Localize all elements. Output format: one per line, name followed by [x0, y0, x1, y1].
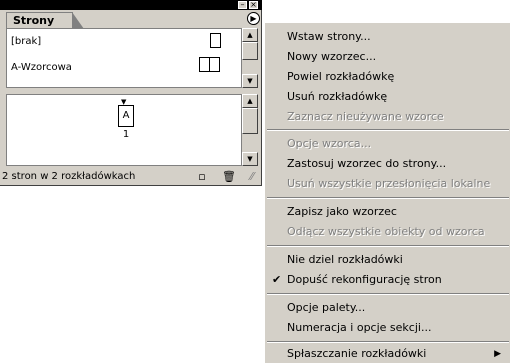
menu-separator: [267, 129, 509, 131]
scroll-thumb[interactable]: [242, 108, 258, 134]
menu-item-insert-pages[interactable]: Wstaw strony...: [265, 27, 510, 47]
resize-grip-icon[interactable]: ⁄⁄: [246, 171, 258, 183]
menu-item-remove-local-overrides[interactable]: Usuń wszystkie przesłonięcia lokalne: [265, 174, 510, 194]
scroll-down-icon[interactable]: ▼: [242, 74, 258, 88]
menu-item-allow-pages-shuffle[interactable]: ✔ Dopuść rekonfigurację stron: [265, 270, 510, 290]
checkmark-icon: ✔: [272, 273, 282, 286]
palette-menu-icon[interactable]: ▶: [247, 12, 260, 25]
menu-item-duplicate-spread[interactable]: Powiel rozkładówkę: [265, 67, 510, 87]
minimize-icon[interactable]: –: [238, 1, 247, 9]
palette-statusbar: 2 stron w 2 rozkładówkach ▫ 🗑 ⁄⁄: [0, 168, 262, 186]
master-item-none[interactable]: [brak]: [11, 36, 41, 47]
master-thumb-none[interactable]: [210, 33, 221, 48]
menu-item-apply-master[interactable]: Zastosuj wzorzec do strony...: [265, 154, 510, 174]
trash-icon[interactable]: 🗑: [222, 171, 236, 183]
palette-flyout-menu: Wstaw strony... Nowy wzorzec... Powiel r…: [264, 22, 510, 363]
menu-item-new-master[interactable]: Nowy wzorzec...: [265, 47, 510, 67]
pages-scrollbar[interactable]: ▲ ▼: [242, 94, 258, 166]
menu-item-spread-flattening[interactable]: Spłaszczanie rozkładówki ▶: [265, 344, 510, 364]
menu-separator: [267, 245, 509, 247]
page-thumbnail[interactable]: A: [118, 105, 134, 127]
menu-item-detach-all-objects[interactable]: Odłącz wszystkie obiekty od wzorca: [265, 222, 510, 242]
menu-separator: [267, 197, 509, 199]
masters-list: [brak] A-Wzorcowa: [6, 28, 242, 88]
scroll-down-icon[interactable]: ▼: [242, 152, 258, 166]
menu-item-delete-spread[interactable]: Usuń rozkładówkę: [265, 87, 510, 107]
palette-titlebar[interactable]: – ×: [0, 0, 262, 10]
menu-item-keep-spread-together[interactable]: Nie dziel rozkładówki: [265, 250, 510, 270]
pages-palette: – × Strony ▶ [brak] A-Wzorcowa ▲ ▼ ▼ A 1…: [0, 0, 262, 186]
tab-strony[interactable]: Strony: [6, 12, 85, 29]
close-icon[interactable]: ×: [249, 1, 258, 9]
pages-list: ▼ A 1: [6, 94, 242, 166]
page-count-status: 2 stron w 2 rozkładówkach: [2, 171, 136, 182]
scroll-thumb[interactable]: [242, 42, 258, 60]
palette-tab-row: Strony ▶: [0, 10, 262, 29]
menu-separator: [267, 341, 509, 343]
menu-item-numbering-section-options[interactable]: Numeracja i opcje sekcji...: [265, 318, 510, 338]
scroll-up-icon[interactable]: ▲: [242, 28, 258, 42]
masters-scrollbar[interactable]: ▲ ▼: [242, 28, 258, 88]
menu-separator: [267, 293, 509, 295]
master-item-a[interactable]: A-Wzorcowa: [11, 62, 72, 73]
menu-item-master-options[interactable]: Opcje wzorca...: [265, 134, 510, 154]
menu-item-save-as-master[interactable]: Zapisz jako wzorzec: [265, 202, 510, 222]
menu-item-select-unused-masters[interactable]: Zaznacz nieużywane wzorce: [265, 107, 510, 127]
submenu-arrow-icon: ▶: [494, 349, 501, 359]
page-number: 1: [122, 129, 130, 140]
scroll-up-icon[interactable]: ▲: [242, 94, 258, 108]
new-page-icon[interactable]: ▫: [196, 171, 208, 183]
menu-item-palette-options[interactable]: Opcje palety...: [265, 298, 510, 318]
master-thumb-a-right[interactable]: [209, 57, 220, 72]
